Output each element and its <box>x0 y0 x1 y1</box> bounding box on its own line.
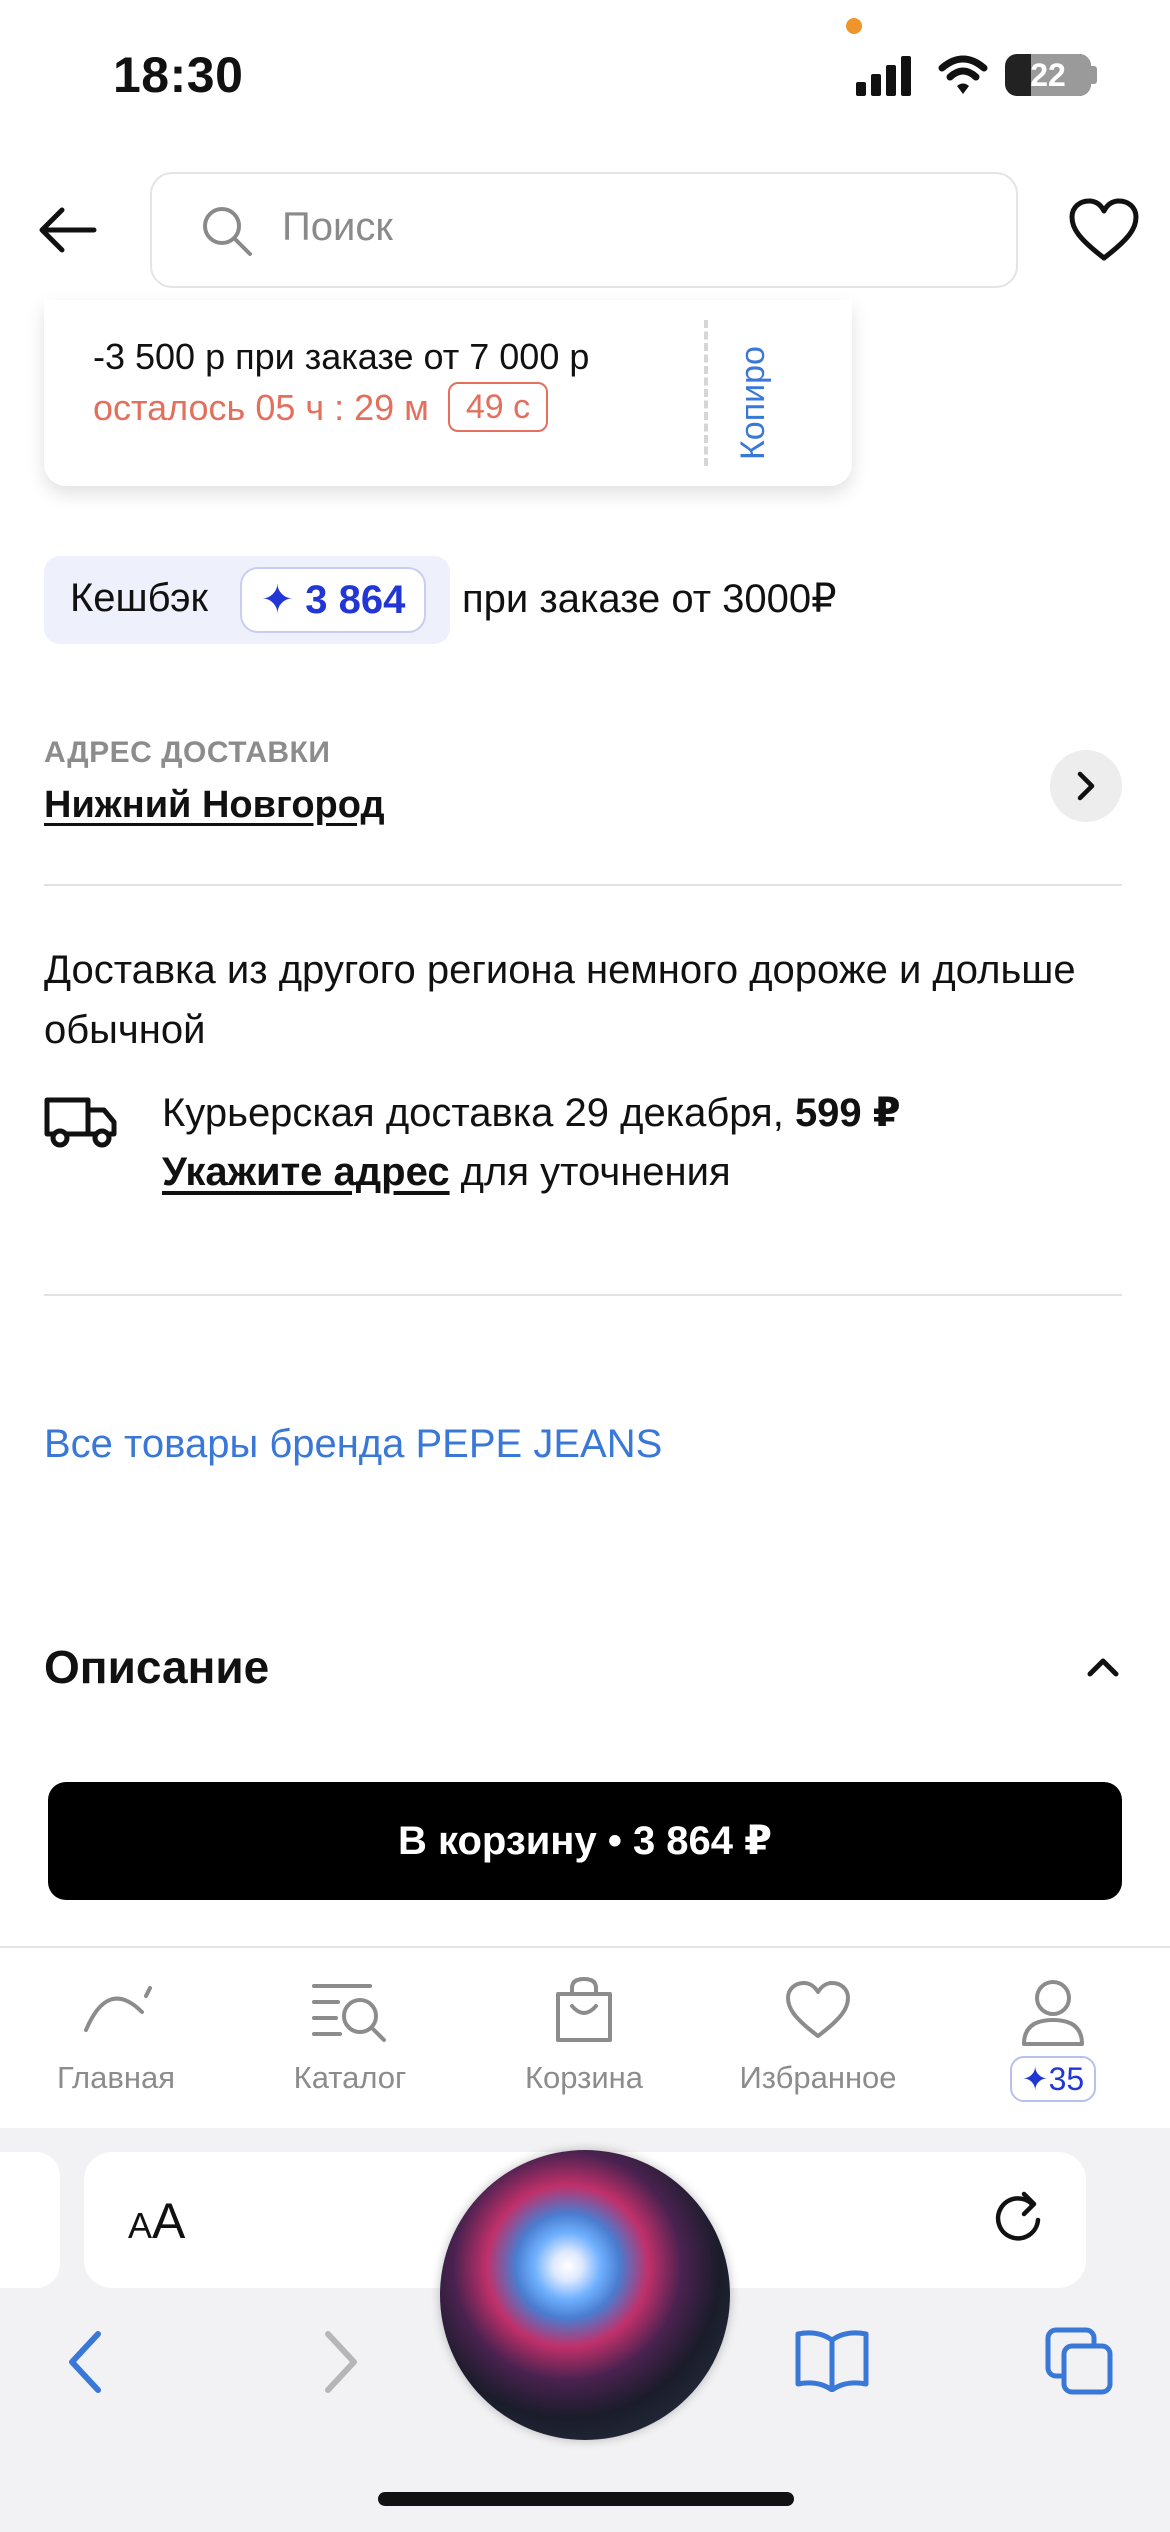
address-chevron-button[interactable] <box>1050 750 1122 822</box>
delivery-truck-icon <box>44 1097 117 1148</box>
specify-address-line: Укажите адрес для уточнения <box>162 1150 731 1194</box>
cashback-label: Кешбэк <box>70 576 209 620</box>
text-size-button[interactable]: AA <box>128 2192 185 2250</box>
wifi-icon <box>938 55 988 94</box>
cashback-points-badge: ✦ 3 864 <box>240 567 426 633</box>
cashback-condition: при заказе от 3000₽ <box>462 577 837 621</box>
home-arc-icon <box>84 1986 152 2032</box>
copy-coupon-button[interactable]: Копиро <box>734 320 773 460</box>
profile-points-badge: ✦35 <box>1010 2056 1096 2102</box>
description-section-title[interactable]: Описание <box>44 1640 269 1694</box>
profile-icon <box>1022 1980 1084 2046</box>
tab-catalog[interactable] <box>240 1980 460 2120</box>
browser-forward-icon[interactable] <box>320 2330 360 2394</box>
home-indicator[interactable] <box>378 2492 794 2506</box>
catalog-search-icon <box>312 1984 386 2042</box>
chevron-right-icon <box>1077 771 1095 801</box>
specify-address-link[interactable]: Укажите адрес <box>162 1150 450 1194</box>
coupon-divider <box>704 320 708 466</box>
battery-cap <box>1091 66 1097 84</box>
tab-cart-label: Корзина <box>524 2060 644 2095</box>
courier-delivery-text: Курьерская доставка 29 декабря, 599 ₽ <box>162 1091 901 1135</box>
search-input[interactable] <box>150 172 1018 288</box>
reload-icon[interactable] <box>990 2186 1048 2248</box>
browser-back-icon[interactable] <box>66 2330 106 2394</box>
divider <box>44 884 1122 886</box>
search-icon <box>203 207 252 256</box>
tab-home-label: Главная <box>57 2060 175 2095</box>
battery-indicator: 22 <box>1005 54 1091 96</box>
delivery-city-link[interactable]: Нижний Новгород <box>44 784 385 827</box>
bag-icon <box>556 1976 612 2042</box>
tab-home[interactable] <box>6 1980 226 2120</box>
divider <box>44 1294 1122 1296</box>
status-time: 18:30 <box>113 47 244 103</box>
tab-favorites[interactable] <box>708 1978 928 2118</box>
promo-countdown: осталось 05 ч : 29 м <box>93 387 429 428</box>
tab-catalog-label: Каталог <box>293 2060 407 2095</box>
heart-icon <box>786 1981 850 2038</box>
courier-price: 599 ₽ <box>794 1091 901 1135</box>
mic-indicator-dot <box>846 18 862 34</box>
promo-discount-text: -3 500 р при заказе от 7 000 р <box>93 336 590 377</box>
previous-tab-preview[interactable] <box>0 2152 60 2288</box>
delivery-address-label: АДРЕС ДОСТАВКИ <box>44 736 331 769</box>
region-delivery-note: Доставка из другого региона немного доро… <box>44 948 1076 1052</box>
brand-products-link[interactable]: Все товары бренда PEPE JEANS <box>44 1422 662 1467</box>
search-placeholder: Поиск <box>282 205 393 249</box>
add-to-cart-button[interactable]: В корзину • 3 864 ₽ <box>48 1782 1122 1900</box>
favorite-heart-icon[interactable] <box>1068 198 1140 262</box>
bookmarks-icon[interactable] <box>794 2328 870 2392</box>
signal-icon <box>856 56 911 96</box>
chevron-up-icon[interactable] <box>1086 1656 1120 1678</box>
tab-favorites-label: Избранное <box>739 2060 897 2095</box>
back-arrow-icon[interactable] <box>36 204 98 256</box>
promo-seconds-box: 49 с <box>448 382 548 432</box>
tabs-icon[interactable] <box>1044 2326 1116 2396</box>
siri-orb <box>440 2150 730 2440</box>
